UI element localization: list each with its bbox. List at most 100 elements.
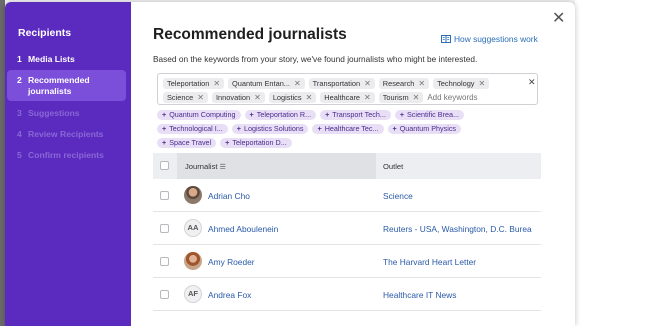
suggested-keyword-chip[interactable]: + Scientific Brea... xyxy=(394,110,464,120)
suggested-keyword-label: Healthcare Tec... xyxy=(324,124,379,133)
add-keywords-input[interactable] xyxy=(427,92,498,103)
remove-keyword-icon[interactable]: ✕ xyxy=(294,78,301,89)
keyword-chip: Tourism ✕ xyxy=(378,92,424,103)
avatar: AA xyxy=(184,219,202,237)
suggested-keyword-label: Teleportation D... xyxy=(232,138,287,147)
sort-icon[interactable]: ☰ xyxy=(220,164,226,171)
step-number: 5 xyxy=(17,150,22,160)
suggested-keyword-chip[interactable]: + Space Travel xyxy=(157,138,217,148)
table-row[interactable]: AA Ahmed Aboulenein Reuters - USA, Washi… xyxy=(153,212,541,245)
table-row[interactable]: Adrian Cho Science xyxy=(153,179,541,212)
plus-icon: + xyxy=(399,110,405,119)
remove-keyword-icon[interactable]: ✕ xyxy=(364,92,371,103)
keyword-label: Transportation xyxy=(312,79,361,88)
journalist-name-link[interactable]: Amy Roeder xyxy=(208,257,255,267)
suggested-keyword-label: Scientific Brea... xyxy=(407,110,459,119)
recommended-journalists-modal: Recipients 1 Media Lists 2 Recommended j… xyxy=(5,2,575,326)
plus-icon: + xyxy=(317,124,322,133)
backdrop-right xyxy=(575,0,647,326)
step-number: 2 xyxy=(17,75,22,85)
step-number: 3 xyxy=(17,108,22,118)
plus-icon: + xyxy=(162,124,167,133)
remove-keyword-icon[interactable]: ✕ xyxy=(479,78,486,89)
select-all-checkbox[interactable] xyxy=(160,161,169,170)
journalist-name-link[interactable]: Adrian Cho xyxy=(208,191,250,201)
book-icon xyxy=(441,35,451,43)
remove-keyword-icon[interactable]: ✕ xyxy=(306,92,313,103)
suggested-keyword-chip[interactable]: + Technological I... xyxy=(157,124,228,134)
how-suggestions-work-link[interactable]: How suggestions work xyxy=(441,34,538,44)
clear-keywords-icon[interactable]: ✕ xyxy=(528,77,536,88)
outlet-link[interactable]: Science xyxy=(383,191,413,201)
avatar xyxy=(184,186,202,204)
keyword-chip: Quantum Entan... ✕ xyxy=(228,78,305,89)
plus-icon: + xyxy=(325,110,330,119)
step-label: Review Recipients xyxy=(28,129,104,139)
keyword-label: Logistics xyxy=(272,93,302,102)
outlet-link[interactable]: Healthcare IT News xyxy=(383,290,456,300)
step-label: Suggestions xyxy=(28,108,80,118)
row-checkbox[interactable] xyxy=(160,290,169,299)
close-icon[interactable]: ✕ xyxy=(552,11,565,27)
keyword-label: Tourism xyxy=(382,93,409,102)
suggested-keyword-label: Technological I... xyxy=(169,124,223,133)
plus-icon: + xyxy=(392,124,397,133)
journalist-column-header[interactable]: Journalist ☰ xyxy=(185,162,226,171)
description-text: Based on the keywords from your story, w… xyxy=(153,54,478,64)
remove-keyword-icon[interactable]: ✕ xyxy=(254,92,261,103)
suggested-keyword-chip[interactable]: + Healthcare Tec... xyxy=(312,124,384,134)
suggested-keyword-chip[interactable]: + Transport Tech... xyxy=(320,110,391,120)
step-label: Confirm recipients xyxy=(28,150,104,160)
keywords-field[interactable]: Teleportation ✕ Quantum Entan... ✕ Transpo… xyxy=(157,73,538,105)
journalist-header-label: Journalist xyxy=(185,162,218,171)
remove-keyword-icon[interactable]: ✕ xyxy=(418,78,425,89)
keyword-label: Teleportation xyxy=(167,79,210,88)
step-label: Recommended journalists xyxy=(28,75,90,96)
sidebar-title: Recipients xyxy=(18,27,72,39)
journalist-name-link[interactable]: Andrea Fox xyxy=(208,290,251,300)
row-checkbox[interactable] xyxy=(160,224,169,233)
suggested-keyword-label: Logistics Solutions xyxy=(243,124,304,133)
remove-keyword-icon[interactable]: ✕ xyxy=(413,92,420,103)
remove-keyword-icon[interactable]: ✕ xyxy=(213,78,220,89)
suggested-keyword-chip[interactable]: + Teleportation R... xyxy=(244,110,317,120)
outlet-link[interactable]: The Harvard Heart Letter xyxy=(383,257,476,267)
suggested-keyword-chip[interactable]: + Teleportation D... xyxy=(220,138,292,148)
suggested-keyword-chip[interactable]: + Quantum Physics xyxy=(387,124,462,134)
keyword-label: Science xyxy=(167,93,194,102)
table-row[interactable]: Amy Roeder The Harvard Heart Letter xyxy=(153,245,541,278)
keyword-label: Innovation xyxy=(216,93,251,102)
journalist-name-link[interactable]: Ahmed Aboulenein xyxy=(208,224,278,234)
keyword-chip: Healthcare ✕ xyxy=(320,92,375,103)
suggested-keyword-label: Teleportation R... xyxy=(256,110,312,119)
recipients-sidebar: Recipients 1 Media Lists 2 Recommended j… xyxy=(5,2,131,326)
row-checkbox[interactable] xyxy=(160,257,169,266)
keyword-label: Technology xyxy=(437,79,475,88)
step-number: 1 xyxy=(17,54,22,64)
how-suggestions-label: How suggestions work xyxy=(454,34,538,44)
step-label: Media Lists xyxy=(28,54,75,64)
table-row[interactable]: AF Andrea Fox Healthcare IT News xyxy=(153,278,541,311)
suggested-keyword-label: Transport Tech... xyxy=(332,110,386,119)
keyword-chip: Transportation ✕ xyxy=(308,78,375,89)
plus-icon: + xyxy=(162,138,167,147)
avatar: AF xyxy=(184,285,202,303)
suggested-keyword-label: Quantum Physics xyxy=(399,124,457,133)
outlet-link[interactable]: Reuters - USA, Washington, D.C. Burea xyxy=(383,224,532,234)
suggested-keyword-chip[interactable]: + Logistics Solutions xyxy=(231,124,309,134)
remove-keyword-icon[interactable]: ✕ xyxy=(197,92,204,103)
keyword-chip: Teleportation ✕ xyxy=(163,78,225,89)
suggested-keyword-label: Space Travel xyxy=(169,138,212,147)
row-checkbox[interactable] xyxy=(160,191,169,200)
keyword-label: Quantum Entan... xyxy=(232,79,290,88)
step-number: 4 xyxy=(17,129,22,139)
keyword-chip: Technology ✕ xyxy=(433,78,490,89)
outlet-column-header[interactable]: Outlet xyxy=(383,162,403,171)
suggested-keyword-chip[interactable]: + Quantum Computing xyxy=(157,110,241,120)
keyword-chip: Science ✕ xyxy=(163,92,208,103)
keyword-chip: Innovation ✕ xyxy=(212,92,265,103)
table-header: Journalist ☰ Outlet xyxy=(153,153,541,179)
avatar xyxy=(184,252,202,270)
remove-keyword-icon[interactable]: ✕ xyxy=(364,78,371,89)
plus-icon: + xyxy=(249,110,254,119)
